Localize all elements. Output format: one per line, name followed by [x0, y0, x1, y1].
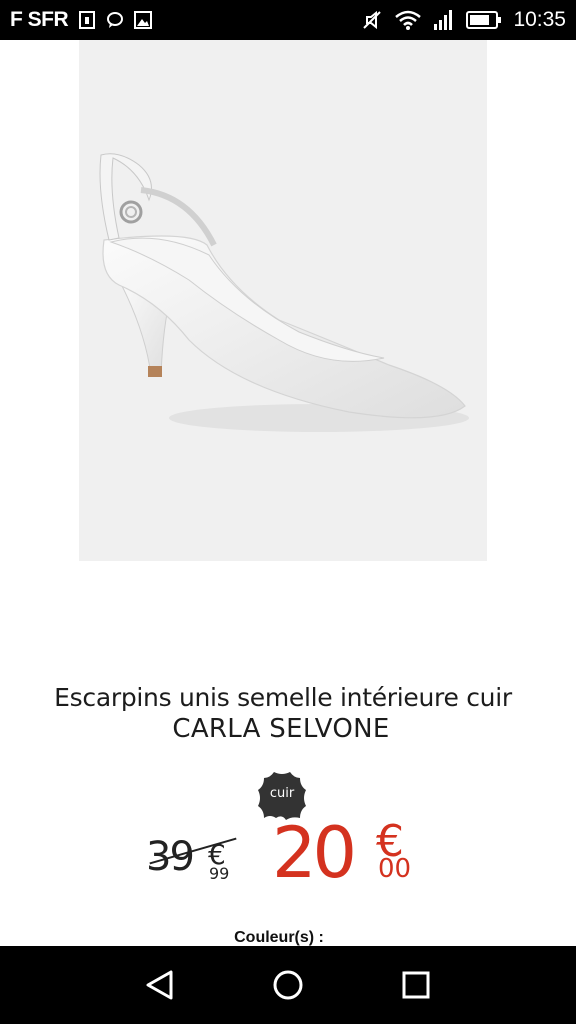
- status-bar-left: F SFR: [10, 0, 153, 40]
- leather-badge-label: cuir: [269, 786, 295, 801]
- sim-icon: [79, 11, 96, 29]
- product-brand: CARLA SELVONE: [172, 714, 390, 744]
- sale-price-integer: 20: [272, 812, 357, 894]
- recents-icon: [402, 971, 430, 999]
- sale-price-cents: 00: [378, 854, 412, 884]
- sale-price: 20 € 00: [272, 812, 422, 894]
- home-button[interactable]: [261, 958, 315, 1012]
- colors-label: Couleur(s) :: [234, 929, 324, 946]
- home-icon: [273, 970, 303, 1000]
- white-slingback-pump-icon: [99, 153, 469, 432]
- recents-button[interactable]: [389, 958, 443, 1012]
- old-price: 39 € 99: [146, 834, 246, 892]
- signal-icon: [434, 10, 453, 30]
- product-title: Escarpins unis semelle intérieure cuir: [54, 683, 512, 712]
- wifi-icon: [395, 10, 422, 30]
- back-button[interactable]: [133, 958, 187, 1012]
- carrier-name: F SFR: [10, 8, 69, 31]
- status-bar: F SFR 10:35: [0, 0, 576, 40]
- back-icon: [146, 970, 173, 1000]
- mute-icon: [363, 10, 382, 30]
- product-image[interactable]: [79, 40, 487, 561]
- navigation-bar: [0, 946, 576, 1024]
- chat-bubble-icon: [107, 12, 124, 28]
- battery-icon: [466, 11, 502, 29]
- clock: 10:35: [513, 8, 566, 31]
- gallery-icon: [134, 11, 153, 29]
- status-bar-right: 10:35: [361, 0, 566, 40]
- old-price-cents: 99: [209, 864, 230, 883]
